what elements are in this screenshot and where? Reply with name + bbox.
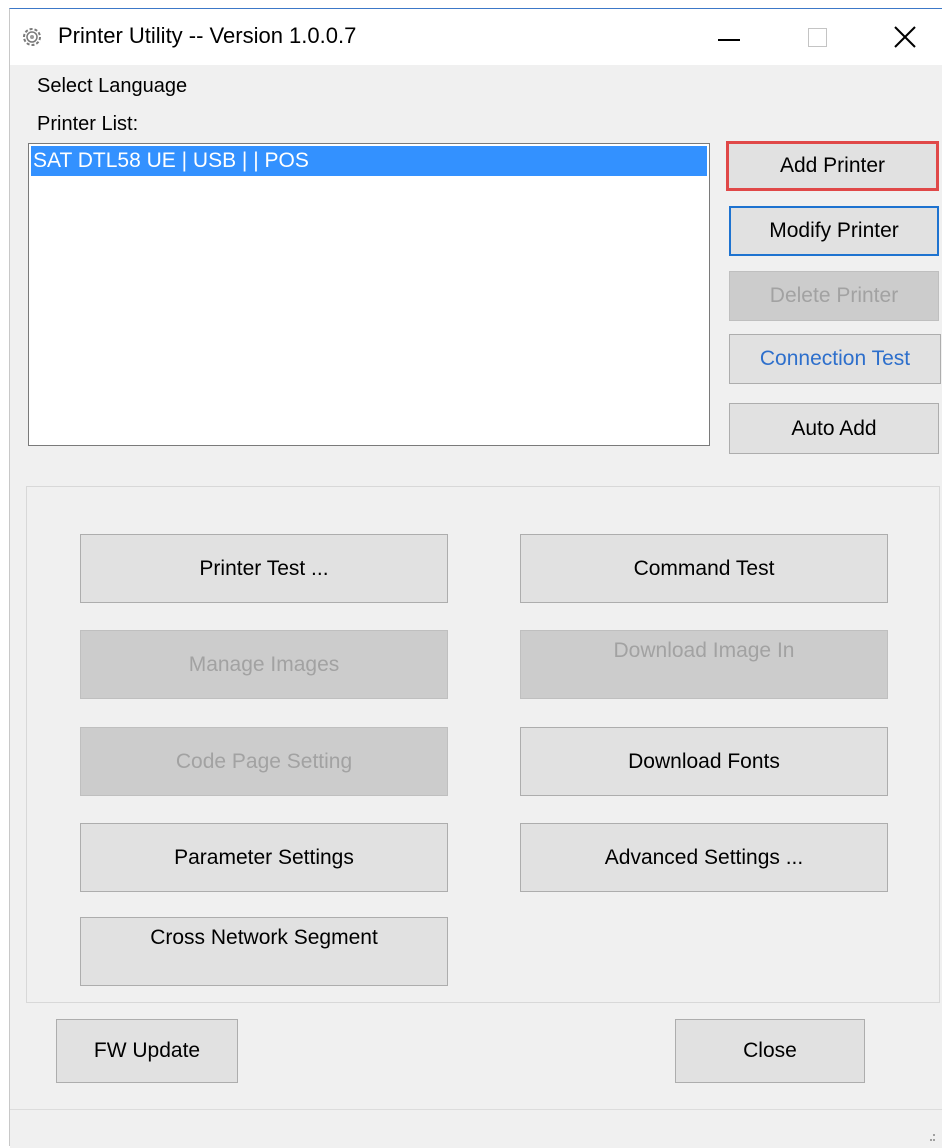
manage-images-button[interactable]: Manage Images xyxy=(80,630,448,699)
window-title: Printer Utility -- Version 1.0.0.7 xyxy=(58,23,357,48)
code-page-setting-button[interactable]: Code Page Setting xyxy=(80,727,448,796)
close-icon xyxy=(894,26,916,48)
download-fonts-button[interactable]: Download Fonts xyxy=(520,727,888,796)
maximize-icon xyxy=(808,28,827,47)
minimize-icon xyxy=(718,39,740,41)
title-bar[interactable]: Printer Utility -- Version 1.0.0.7 xyxy=(10,9,942,65)
printer-test-button[interactable]: Printer Test ... xyxy=(80,534,448,603)
command-test-button[interactable]: Command Test xyxy=(520,534,888,603)
close-window-button[interactable] xyxy=(860,9,942,65)
cross-network-segment-button[interactable]: Cross Network Segment xyxy=(80,917,448,986)
printer-list-item[interactable]: SAT DTL58 UE | USB | | POS xyxy=(31,146,707,176)
maximize-button[interactable] xyxy=(772,9,862,65)
gear-icon xyxy=(23,28,41,46)
select-language-menu[interactable]: Select Language xyxy=(37,75,187,98)
printer-utility-window: Printer Utility -- Version 1.0.0.7 Selec… xyxy=(9,8,942,1148)
auto-add-button[interactable]: Auto Add xyxy=(729,403,939,454)
printer-list-label: Printer List: xyxy=(37,113,139,135)
minimize-button[interactable] xyxy=(682,9,772,65)
status-bar xyxy=(10,1109,942,1148)
parameter-settings-button[interactable]: Parameter Settings xyxy=(80,823,448,892)
printer-list[interactable]: SAT DTL58 UE | USB | | POS xyxy=(28,143,710,446)
resize-grip-icon[interactable] xyxy=(930,1134,936,1142)
connection-test-button[interactable]: Connection Test xyxy=(729,334,941,384)
fw-update-button[interactable]: FW Update xyxy=(56,1019,238,1083)
close-button[interactable]: Close xyxy=(675,1019,865,1083)
download-image-button[interactable]: Download Image In xyxy=(520,630,888,699)
advanced-settings-button[interactable]: Advanced Settings ... xyxy=(520,823,888,892)
add-printer-button[interactable]: Add Printer xyxy=(726,141,939,191)
modify-printer-button[interactable]: Modify Printer xyxy=(729,206,939,256)
delete-printer-button[interactable]: Delete Printer xyxy=(729,271,939,321)
